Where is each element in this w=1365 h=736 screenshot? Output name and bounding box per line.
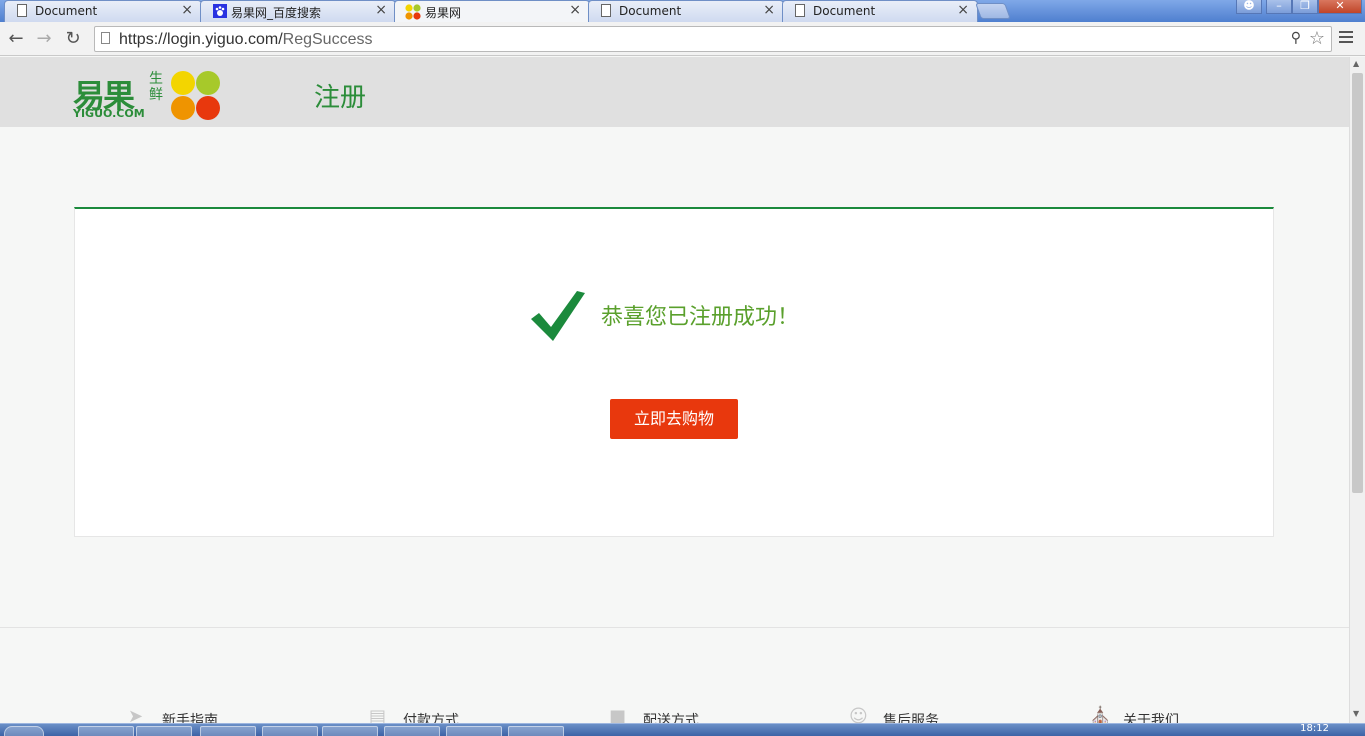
scrollbar-thumb[interactable]: [1352, 73, 1363, 493]
tab-yiguo[interactable]: 易果网 ×: [394, 0, 590, 22]
page-icon: [101, 32, 110, 44]
logo-english: YIGUO.COM: [73, 107, 145, 120]
new-tab-button[interactable]: [975, 3, 1011, 19]
logo-dot: [171, 96, 195, 120]
tab-label: Document: [619, 4, 682, 18]
yiguo-logo[interactable]: 易果 生鲜 YIGUO.COM: [73, 71, 223, 121]
tab-close-icon[interactable]: ×: [375, 2, 387, 18]
bookmark-star-icon[interactable]: ☆: [1309, 28, 1325, 49]
logo-dot: [171, 71, 195, 95]
scroll-down-icon[interactable]: ▼: [1353, 709, 1359, 718]
menu-icon[interactable]: [1339, 31, 1353, 46]
os-taskbar: 18:12: [0, 723, 1365, 736]
browser-toolbar: ← → ↻ https://login.yiguo.com/RegSuccess…: [0, 22, 1365, 56]
tab-label: 易果网: [425, 6, 462, 20]
tab-close-icon[interactable]: ×: [181, 2, 193, 18]
restore-button[interactable]: ❐: [1292, 0, 1318, 14]
success-message: 恭喜您已注册成功！: [601, 305, 800, 330]
tab-close-icon[interactable]: ×: [569, 2, 581, 18]
vertical-scrollbar[interactable]: ▲ ▼: [1349, 57, 1365, 723]
taskbar-app-icon[interactable]: [78, 726, 134, 736]
url-host: https://login.yiguo.com/: [119, 31, 283, 48]
logo-dots-icon: [171, 71, 221, 121]
taskbar-start-icon[interactable]: [4, 726, 44, 736]
tab-document-1[interactable]: Document ×: [4, 0, 202, 22]
tab-label: Document: [35, 4, 98, 18]
user-profile-button[interactable]: ☻: [1236, 0, 1262, 14]
tab-close-icon[interactable]: ×: [957, 2, 969, 18]
taskbar-app-icon[interactable]: [136, 726, 192, 736]
taskbar-app-icon[interactable]: [200, 726, 256, 736]
tab-document-3[interactable]: Document ×: [782, 0, 978, 22]
registration-success-panel: 恭喜您已注册成功！ 立即去购物: [74, 207, 1274, 537]
tab-baidu-search[interactable]: 易果网_百度搜索 ×: [200, 0, 396, 22]
taskbar-clock[interactable]: 18:12: [1300, 723, 1329, 734]
taskbar-app-icon[interactable]: [384, 726, 440, 736]
forward-arrow-icon[interactable]: →: [33, 28, 55, 50]
tab-close-icon[interactable]: ×: [763, 2, 775, 18]
reload-icon[interactable]: ↻: [62, 28, 84, 50]
document-icon: [17, 4, 30, 18]
close-window-button[interactable]: ✕: [1318, 0, 1362, 14]
url-path: RegSuccess: [282, 31, 373, 48]
logo-subtitle: 生鲜: [149, 71, 163, 103]
go-shopping-button[interactable]: 立即去购物: [610, 399, 738, 439]
taskbar-app-icon[interactable]: [508, 726, 564, 736]
page-title: 注册: [314, 83, 367, 113]
address-bar[interactable]: https://login.yiguo.com/RegSuccess ⚲ ☆: [94, 26, 1332, 52]
tab-label: Document: [813, 4, 876, 18]
checkmark-icon: [531, 291, 585, 341]
browser-tab-strip: Document × 易果网_百度搜索 × 易果网 × Document × D…: [0, 0, 1365, 22]
document-icon: [795, 4, 808, 18]
url-text: https://login.yiguo.com/RegSuccess: [119, 31, 372, 49]
yiguo-favicon-icon: [405, 4, 421, 20]
taskbar-app-icon[interactable]: [262, 726, 318, 736]
taskbar-app-icon[interactable]: [446, 726, 502, 736]
back-arrow-icon[interactable]: ←: [5, 28, 27, 50]
baidu-paw-icon: [213, 4, 227, 18]
logo-dot: [196, 71, 220, 95]
minimize-button[interactable]: –: [1266, 0, 1292, 14]
key-icon[interactable]: ⚲: [1291, 30, 1301, 46]
tab-document-2[interactable]: Document ×: [588, 0, 784, 22]
scroll-up-icon[interactable]: ▲: [1353, 59, 1359, 68]
footer-divider: [0, 627, 1349, 628]
document-icon: [601, 4, 614, 18]
site-header: 易果 生鲜 YIGUO.COM 注册: [0, 57, 1349, 127]
tab-label: 易果网_百度搜索: [231, 6, 322, 20]
taskbar-app-icon[interactable]: [322, 726, 378, 736]
logo-dot: [196, 96, 220, 120]
